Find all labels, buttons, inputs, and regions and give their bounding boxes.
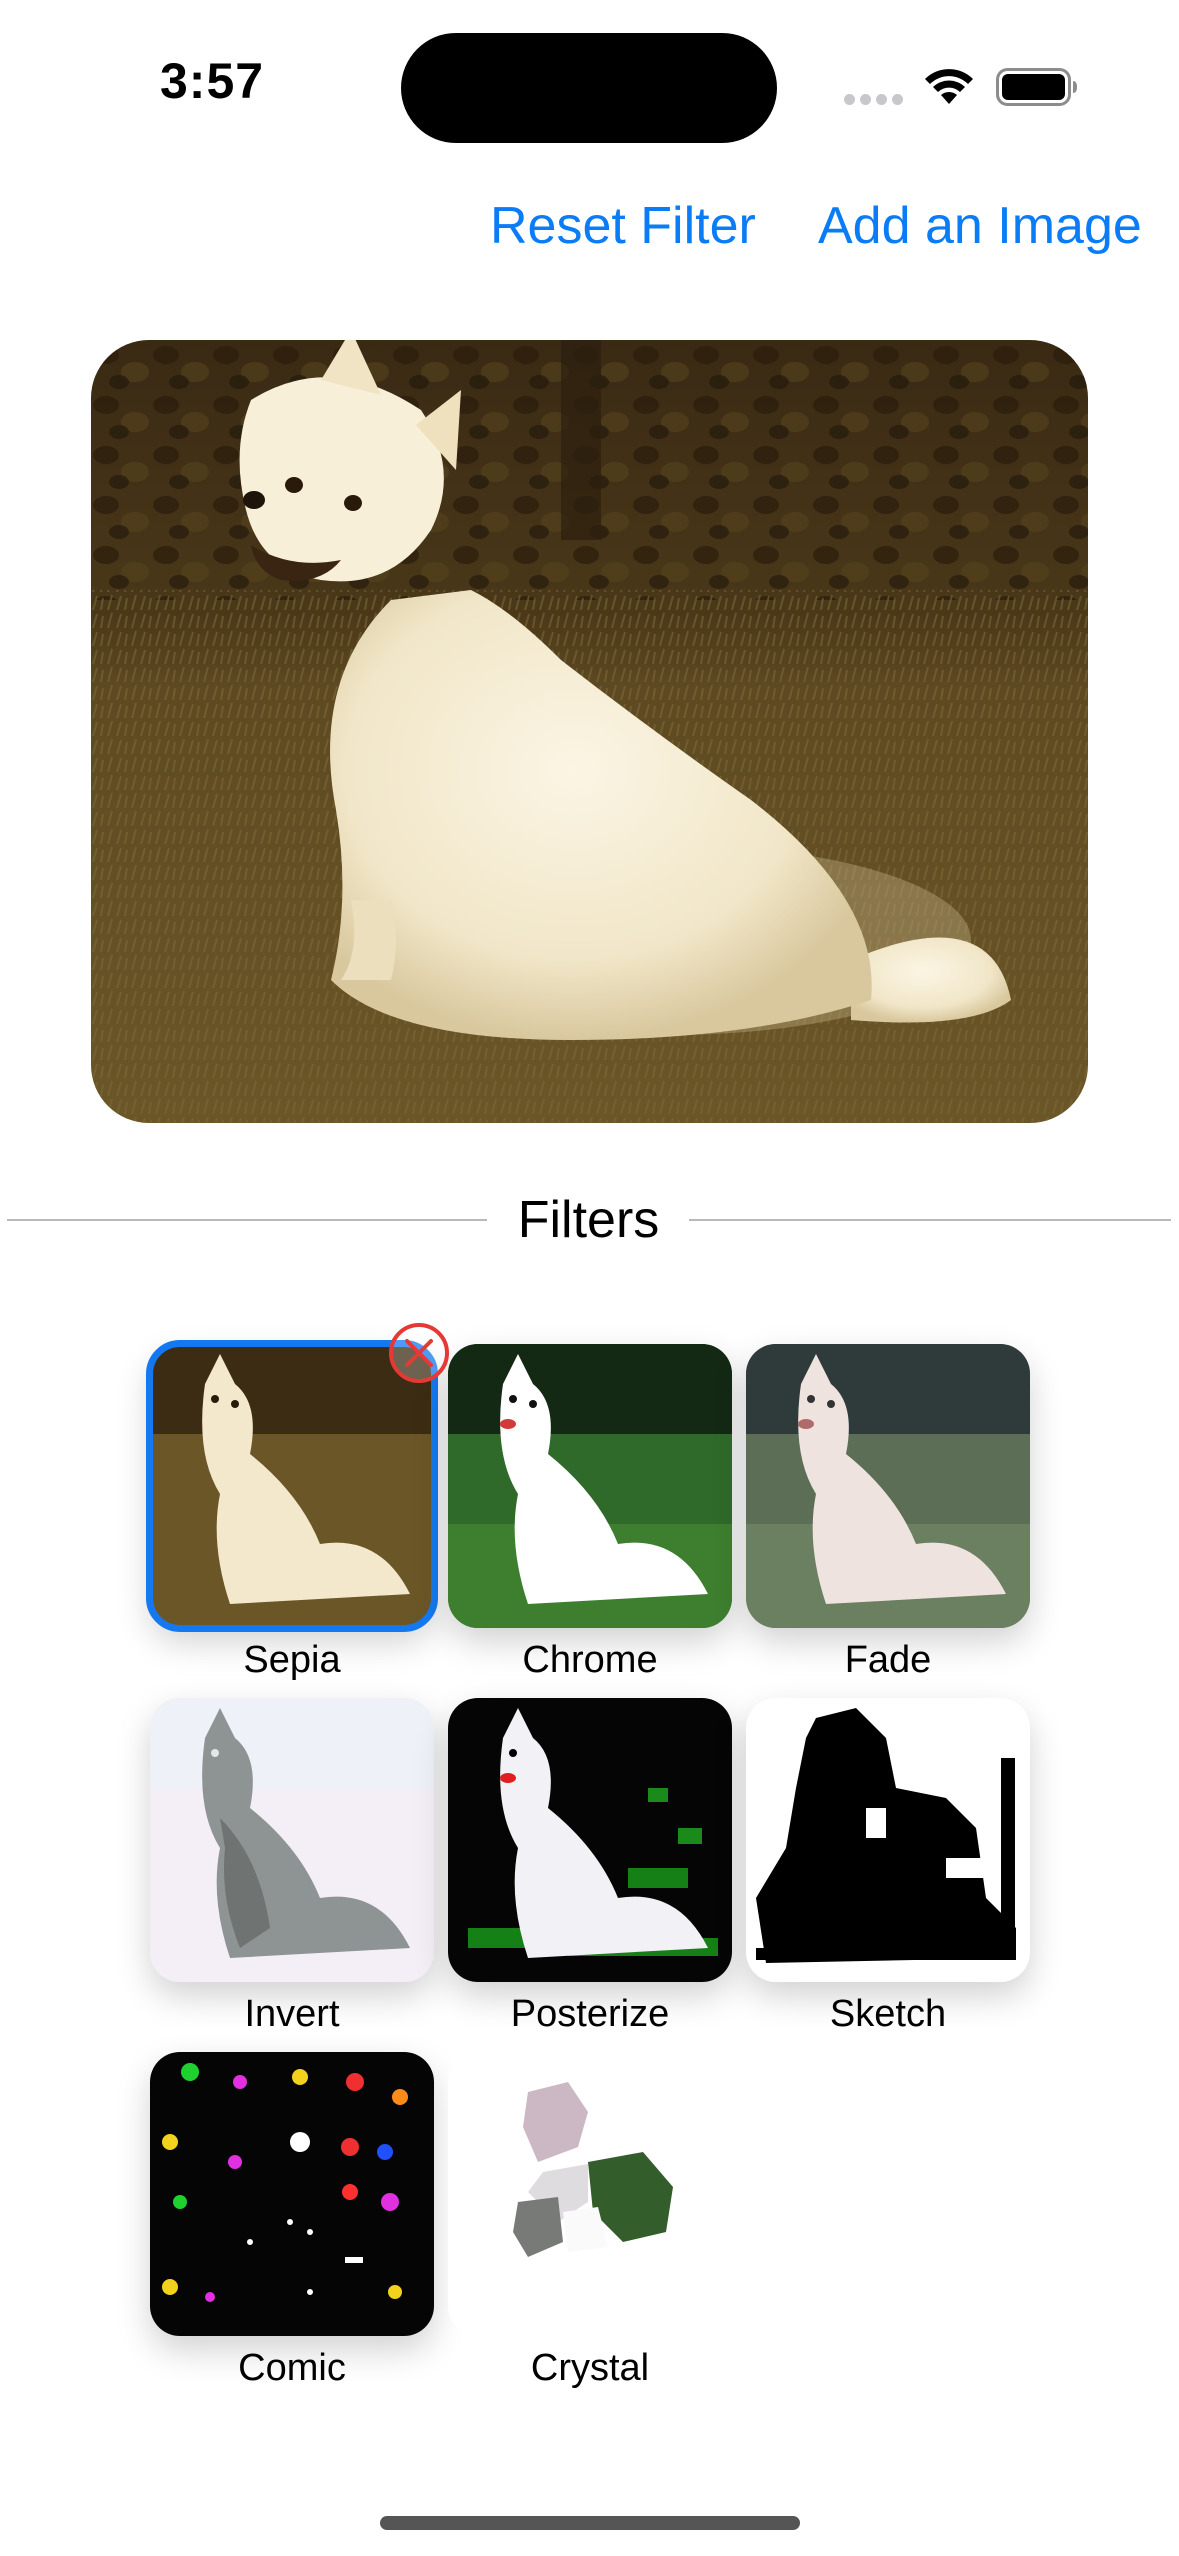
divider-right: [689, 1219, 1171, 1221]
filter-label: Fade: [844, 1639, 932, 1681]
remove-filter-icon[interactable]: [388, 1322, 450, 1384]
filter-thumbnail-invert[interactable]: [150, 1698, 434, 1982]
battery-icon: [996, 68, 1077, 106]
filter-thumbnail-crystal[interactable]: [448, 2052, 732, 2336]
filter-label: Sketch: [829, 1993, 947, 2035]
home-indicator[interactable]: [380, 2516, 800, 2530]
filter-thumbnail-chrome[interactable]: [448, 1344, 732, 1628]
add-image-button[interactable]: Add an Image: [818, 196, 1142, 256]
filter-thumbnail-fade[interactable]: [746, 1344, 1030, 1628]
filters-section-title: Filters: [517, 1191, 660, 1249]
wifi-icon: [925, 69, 973, 104]
cellular-signal-icon: [844, 94, 904, 106]
filter-label: Crystal: [530, 2347, 650, 2389]
divider-left: [7, 1219, 487, 1221]
filter-thumbnail-sepia[interactable]: [146, 1340, 438, 1632]
filter-thumbnail-sketch[interactable]: [746, 1698, 1030, 1982]
reset-filter-button[interactable]: Reset Filter: [490, 196, 756, 256]
screen: 3:57 Reset Filter Add an Image Filters S…: [0, 0, 1179, 2556]
filter-thumbnail-comic[interactable]: [150, 2052, 434, 2336]
status-time: 3:57: [160, 53, 265, 109]
main-photo: [91, 340, 1088, 1123]
filter-thumbnail-posterize[interactable]: [448, 1698, 732, 1982]
dynamic-island: [401, 33, 777, 143]
